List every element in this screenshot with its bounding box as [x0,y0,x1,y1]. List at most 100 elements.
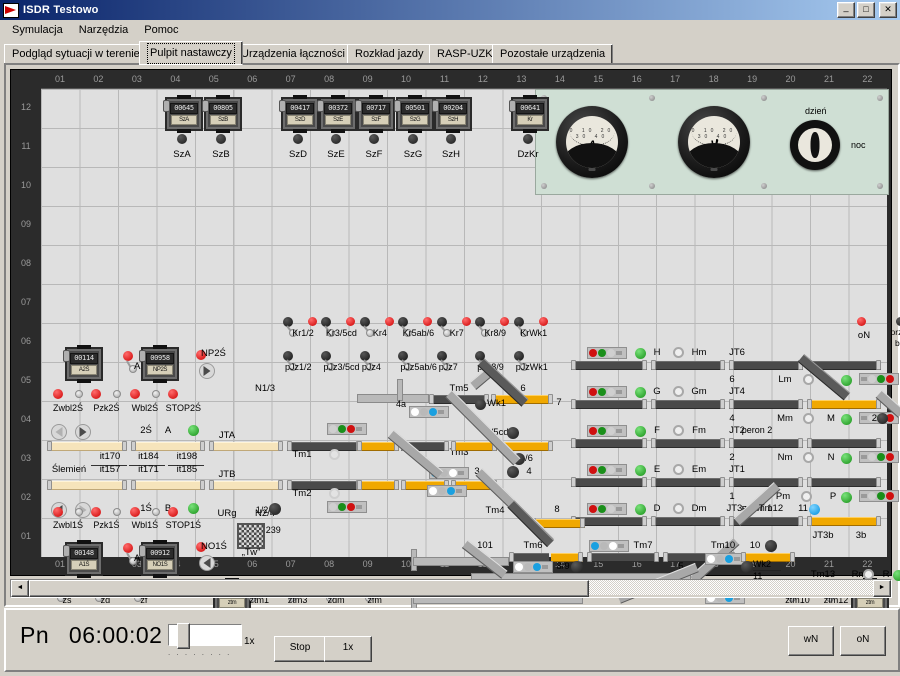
track-segment[interactable] [571,399,647,409]
window-controls: _ □ ✕ [837,2,897,18]
signal-head-H[interactable] [587,347,627,359]
speed-slider-handle[interactable] [177,623,190,649]
speed-slider[interactable] [168,623,242,649]
scroll-left-button[interactable]: ◄ [11,580,29,597]
sig-2S[interactable] [327,423,367,435]
label-Kr5ab/6: Kr5ab/6 [402,328,435,338]
track-segment[interactable] [209,480,283,490]
signal-head-D[interactable] [587,503,627,515]
sig-lower[interactable] [427,485,467,497]
scrollbar-thumb[interactable] [29,580,589,597]
counter-SzG[interactable]: 00501 SzG [394,95,434,133]
signal-head-L[interactable] [859,373,899,385]
signal-head-G[interactable] [587,386,627,398]
tab-urzadzenia-lacznosci[interactable]: Urządzenia łączności [233,44,353,63]
counter-SzA[interactable]: 00645 SzA [163,95,203,133]
tab-rasp-uzk[interactable]: RASP-UZK [429,44,501,63]
tw-indicator[interactable] [237,523,265,549]
lampring-Dm[interactable] [673,503,684,514]
btn-Zwbl1Ś[interactable] [75,508,83,516]
counter-SzD[interactable]: 00417 SzD [279,95,319,133]
track-segment[interactable] [357,441,399,451]
scrollbar-track[interactable] [29,580,873,597]
track-segment[interactable] [209,441,283,451]
track-segment[interactable] [571,360,647,370]
track-segment[interactable] [131,480,205,490]
left-arrow-button-2s[interactable] [51,424,67,440]
track-segment[interactable] [451,441,497,451]
counter-NO1S[interactable]: 00912 NO1Ś [139,540,179,578]
track-segment[interactable] [729,438,803,448]
sig-Tm5[interactable] [409,406,449,418]
lampring-Pm[interactable] [801,491,812,502]
lampring-Em[interactable] [673,464,684,475]
counter-SzB[interactable]: 00805 SzB [202,95,242,133]
horizontal-scrollbar[interactable]: ◄ ► [10,579,892,598]
maximize-button[interactable]: □ [857,2,875,18]
track-segment[interactable] [131,441,205,451]
signal-head-P[interactable] [859,490,899,502]
track-segment[interactable] [807,477,881,487]
track-segment[interactable] [357,480,399,490]
counter-A1S[interactable]: 00148 A1Ś [63,540,103,578]
counter-SzE[interactable]: 00372 SzE [317,95,357,133]
tab-podglad-sytuacji[interactable]: Podgląd sytuacji w terenie [4,44,148,63]
signal-head-E[interactable] [587,464,627,476]
track-segment[interactable] [729,360,803,370]
track-segment[interactable] [729,399,803,409]
tab-rozklad-jazdy[interactable]: Rozkład jazdy [347,44,432,63]
track-segment[interactable] [807,399,881,409]
btn-Wbl1Ś[interactable] [151,508,160,516]
rate-button[interactable]: 1x [324,636,372,662]
menu-pomoc[interactable]: Pomoc [136,22,186,38]
counter-NP2S[interactable]: 00958 NP2Ś [139,345,179,383]
sig-Tm10[interactable] [705,553,745,565]
track-segment[interactable] [571,438,647,448]
counter-SzF[interactable]: 00717 SzF [355,95,395,133]
track-segment[interactable] [729,477,803,487]
track-segment[interactable] [651,360,725,370]
tab-pulpit-nastawczy[interactable]: Pulpit nastawczy [139,41,243,65]
day-night-switch[interactable] [790,120,840,170]
np2s-arrow-button[interactable] [199,363,215,379]
signal-head-F[interactable] [587,425,627,437]
track-segment[interactable] [807,516,881,526]
no1s-arrow-button[interactable] [199,555,215,571]
menu-narzedzia[interactable]: Narzędzia [71,22,137,38]
lampring-Tm1[interactable] [329,449,340,460]
row-tick: 06 [20,336,31,346]
lampring-Tm2[interactable] [329,488,340,499]
lampring-Fm[interactable] [673,425,684,436]
btn-Wbl2Ś[interactable] [151,390,160,398]
label-pJz4: pJz4 [361,362,381,372]
lampring-Mm[interactable] [803,413,814,424]
track-segment[interactable] [651,477,725,487]
btn-Zwbl2Ś[interactable] [75,390,83,398]
lampring-Hm[interactable] [673,347,684,358]
lampring-Gm[interactable] [673,386,684,397]
close-button[interactable]: ✕ [879,2,897,18]
track-segment[interactable] [651,399,725,409]
scroll-right-button[interactable]: ► [873,580,891,597]
tab-pozostale-urzadzenia[interactable]: Pozostałe urządzenia [492,44,614,63]
minimize-button[interactable]: _ [837,2,855,18]
on-button[interactable]: oN [840,626,886,656]
stop-button[interactable]: Stop [274,636,326,662]
track-segment[interactable] [47,480,127,490]
track-segment[interactable] [807,438,881,448]
lampring-Nm[interactable] [803,452,814,463]
signal-head-N[interactable] [859,451,899,463]
track-segment[interactable] [651,438,725,448]
track-segment[interactable] [571,477,647,487]
track-segment[interactable] [651,516,725,526]
sig-1S[interactable] [327,501,367,513]
menu-symulacja[interactable]: Symulacja [4,22,71,38]
counter-A2S[interactable]: 00114 A2Ś [63,345,103,383]
right-arrow-button-2s[interactable] [75,424,91,440]
lampring-Lm[interactable] [803,374,814,385]
track-segment[interactable] [47,441,127,451]
counter-Kr[interactable]: 00641 Kr [509,95,549,133]
counter-SzH[interactable]: 00204 SzH [432,95,472,133]
wn-button[interactable]: wN [788,626,834,656]
track-segment[interactable] [587,552,659,562]
